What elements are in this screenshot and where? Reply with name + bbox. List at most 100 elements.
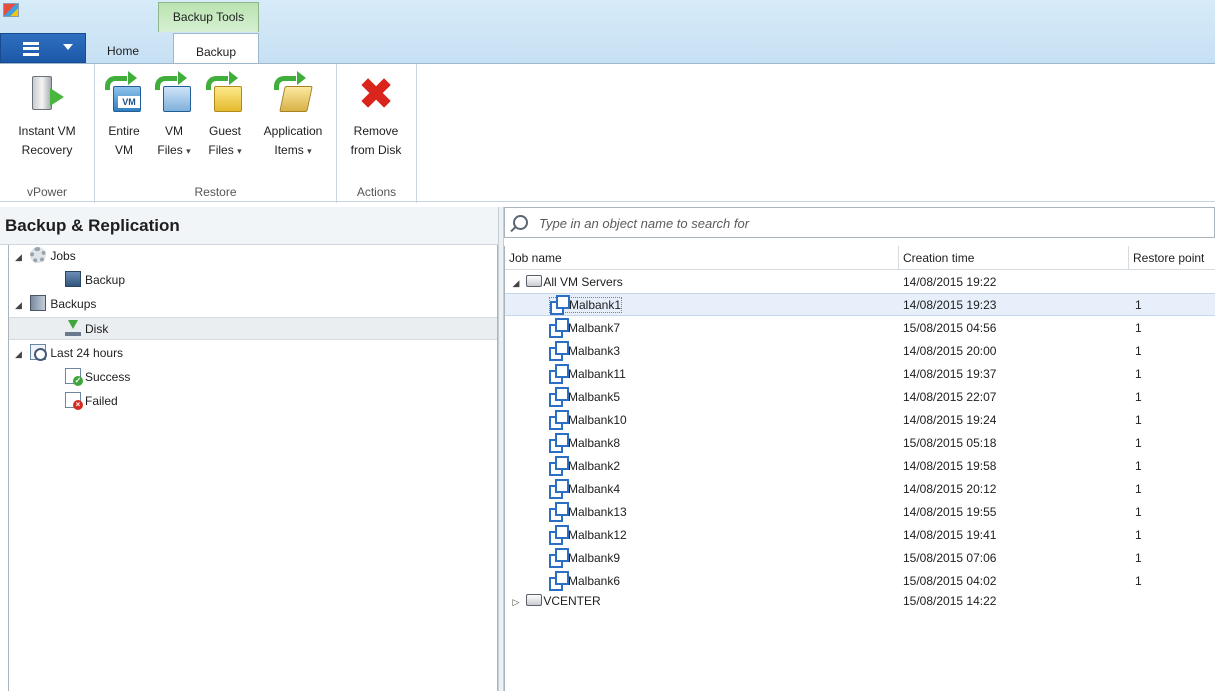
group-label-vpower: vPower [26,185,67,199]
restore-points: 1 [1135,505,1142,519]
entire-vm-button[interactable]: VM Entire VM [101,71,147,160]
column-header-restore-point[interactable]: Restore point [1129,246,1215,270]
tree-item-jobs-backup[interactable]: Backup [9,269,497,292]
table-row[interactable]: Malbank13 14/08/2015 19:55 1 [505,501,1215,524]
group-vpower: Instant VM Recovery vPower [0,64,95,203]
instant-vm-recovery-button[interactable]: Instant VM Recovery [4,74,90,160]
vm-name: Malbank6 [568,574,621,588]
tree-item-success[interactable]: ✓ Success [9,366,497,389]
vm-icon [549,433,569,453]
group-row-all-vm-servers[interactable]: ◢ All VM Servers 14/08/2015 19:22 [505,271,1215,294]
button-label: Files [208,143,234,157]
remove-from-disk-button[interactable]: ✖ Remove from Disk [343,73,409,160]
creation-time: 15/08/2015 04:56 [903,321,997,335]
creation-time: 14/08/2015 19:55 [903,505,997,519]
vm-name: Malbank10 [568,413,627,427]
group-row-vcenter[interactable]: ▷ VCENTER 15/08/2015 14:22 [505,590,1215,613]
group-label-actions: Actions [356,185,397,199]
creation-time: 15/08/2015 05:18 [903,436,997,450]
vm-name: Malbank12 [568,528,627,542]
vm-name: Malbank5 [568,390,621,404]
tree-label: Jobs [50,249,76,263]
title-bar: Backup Tools Home Backup [0,0,1215,64]
creation-time: 14/08/2015 19:41 [903,528,997,542]
group-restore: VM Entire VM VM Files ▾ Guest Files ▾ Ap… [95,64,337,203]
vm-name: Malbank3 [568,344,621,358]
navigation-tree: ◢ Jobs Backup ◢ Backups Disk ◢ Last 24 h… [8,245,498,691]
search-input[interactable] [537,212,1197,234]
chevron-down-icon: ▾ [186,146,191,156]
button-label: Application [263,124,323,138]
tab-backup[interactable]: Backup [173,33,259,64]
column-header-creation-time[interactable]: Creation time [899,246,1129,270]
app-icon[interactable] [3,3,19,17]
creation-time: 14/08/2015 19:23 [903,298,997,312]
tree-item-last-24-hours[interactable]: ◢ Last 24 hours [9,342,497,365]
group-actions: ✖ Remove from Disk Actions [337,64,417,203]
button-label: from Disk [350,143,402,157]
table-row[interactable]: Malbank7 15/08/2015 04:56 1 [505,317,1215,340]
tree-item-disk[interactable]: Disk [9,317,497,340]
tree-item-backups[interactable]: ◢ Backups [9,293,497,316]
guest-files-button[interactable]: Guest Files ▾ [201,71,249,161]
chevron-down-icon [63,44,73,50]
vm-icon [549,318,569,338]
button-label: Instant VM [18,124,76,138]
vm-files-button[interactable]: VM Files ▾ [151,71,197,161]
success-icon: ✓ [65,368,83,386]
list-header: Job name Creation time Restore point [505,246,1215,270]
button-label: Recovery [21,143,73,157]
chevron-down-icon: ▾ [307,146,312,156]
expand-icon[interactable]: ◢ [15,343,27,366]
vm-name: Malbank13 [568,505,627,519]
vm-icon [550,295,570,315]
table-row[interactable]: Malbank11 14/08/2015 19:37 1 [505,363,1215,386]
collapse-icon[interactable]: ◢ [509,272,523,295]
tree-item-failed[interactable]: × Failed [9,390,497,413]
main-menu-button[interactable] [0,33,86,63]
vm-icon [549,548,569,568]
tree-label: Backups [50,297,97,311]
backups-icon [30,295,47,311]
expand-icon[interactable]: ◢ [15,294,27,317]
creation-time: 14/08/2015 19:22 [903,275,997,289]
disk-download-icon [65,320,81,336]
tab-home[interactable]: Home [95,40,151,63]
table-row[interactable]: Malbank2 14/08/2015 19:58 1 [505,455,1215,478]
table-row[interactable]: Malbank3 14/08/2015 20:00 1 [505,340,1215,363]
table-row[interactable]: Malbank1 14/08/2015 19:23 1 [505,293,1215,316]
table-row[interactable]: Malbank10 14/08/2015 19:24 1 [505,409,1215,432]
vm-name: Malbank9 [568,551,621,565]
group-label-restore: Restore [194,185,237,199]
vm-icon [549,456,569,476]
table-row[interactable]: Malbank8 15/08/2015 05:18 1 [505,432,1215,455]
table-row[interactable]: Malbank9 15/08/2015 07:06 1 [505,547,1215,570]
expand-icon[interactable]: ▷ [509,591,523,614]
vm-files-icon [153,71,195,116]
server-group-icon [526,275,543,287]
expand-icon[interactable]: ◢ [15,246,27,269]
navigation-title: Backup & Replication [0,207,500,245]
backup-list: Job name Creation time Restore point ◢ A… [504,246,1215,691]
application-items-button[interactable]: Application Items ▾ [253,71,333,161]
tree-item-jobs[interactable]: ◢ Jobs [9,245,497,268]
table-row[interactable]: Malbank5 14/08/2015 22:07 1 [505,386,1215,409]
search-icon [513,215,528,230]
restore-points: 1 [1135,390,1142,404]
restore-points: 1 [1135,551,1142,565]
table-row[interactable]: Malbank12 14/08/2015 19:41 1 [505,524,1215,547]
tree-label: Disk [85,322,109,336]
tree-label: Backup [85,273,126,287]
vm-icon [549,364,569,384]
failed-icon: × [65,392,83,410]
column-header-job-name[interactable]: Job name [505,246,899,270]
server-group-icon [526,594,543,606]
restore-points: 1 [1135,482,1142,496]
menu-icon [23,42,39,56]
restore-points: 1 [1135,367,1142,381]
vm-icon [549,479,569,499]
table-row[interactable]: Malbank4 14/08/2015 20:12 1 [505,478,1215,501]
vm-name: Malbank7 [568,321,621,335]
creation-time: 14/08/2015 20:00 [903,344,997,358]
server-recovery-icon [26,74,68,116]
